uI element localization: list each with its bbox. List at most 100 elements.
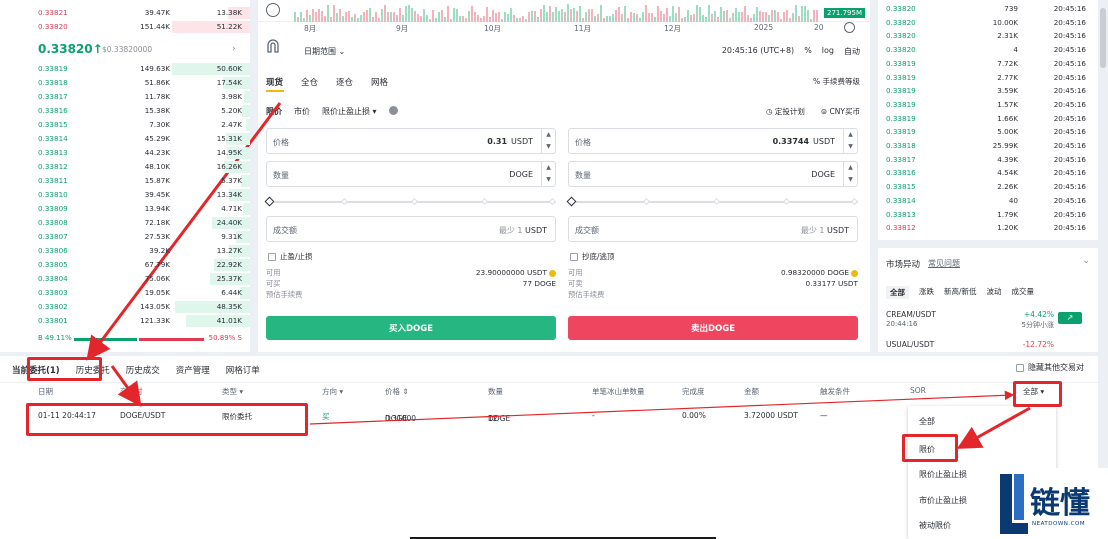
movers-tab-all[interactable]: 全部: [886, 286, 909, 299]
take-profit-stop-loss-checkbox[interactable]: 止盈/止损: [268, 251, 313, 262]
tab-cross[interactable]: 全仓: [301, 76, 318, 88]
trade-price: 0.33812: [886, 223, 916, 233]
buy-quantity-label: 数量: [273, 171, 289, 180]
sell-total-field[interactable]: 成交额 最少 1 USDT: [568, 216, 858, 242]
bottom-top-checkbox[interactable]: 抄底/逃顶: [570, 251, 615, 262]
bid-row[interactable]: 0.33805 67.79K 22.92K: [0, 258, 250, 272]
buy-quantity-field[interactable]: 数量 DOGE ▲ ▼: [266, 161, 556, 187]
info-icon[interactable]: [388, 106, 398, 115]
filter-option-stop-market[interactable]: 市价止盈止损: [919, 495, 967, 506]
tab-grid[interactable]: 网格: [371, 76, 388, 88]
filter-option-stop-limit[interactable]: 限价止盈止损: [919, 469, 967, 480]
mover-item[interactable]: USUAL/USDT -12.72%: [886, 338, 1090, 352]
chart-add-icon[interactable]: [844, 22, 855, 33]
slider-handle[interactable]: [264, 196, 275, 207]
bid-row[interactable]: 0.33815 7.30K 2.47K: [0, 118, 250, 132]
bid-row[interactable]: 0.33808 72.18K 24.40K: [0, 216, 250, 230]
order-type-limit[interactable]: 限价: [266, 106, 282, 117]
order-type-market[interactable]: 市价: [294, 106, 310, 117]
log-toggle[interactable]: log: [822, 46, 834, 57]
buy-price-field[interactable]: 价格 0.31 USDT ▲ ▼: [266, 128, 556, 154]
fee-level-link[interactable]: % 手续费等级: [813, 76, 860, 87]
quantity-stepper[interactable]: ▲ ▼: [541, 162, 555, 186]
order-amount: 3.72000 USDT: [744, 411, 799, 420]
volume-bar: [786, 10, 788, 22]
movers-tab-change[interactable]: 涨跌: [919, 286, 934, 299]
auto-toggle[interactable]: 自动: [844, 46, 860, 57]
cny-buy-link[interactable]: ⊜ CNY买币: [821, 106, 860, 117]
buy-total-field[interactable]: 成交额 最少 1 USDT: [266, 216, 556, 242]
bid-total: 2.47K: [221, 120, 242, 130]
trade-price: 0.33814: [886, 195, 916, 205]
tab-spot[interactable]: 现货: [266, 76, 283, 88]
tab-grid-orders[interactable]: 网格订单: [226, 364, 260, 376]
mover-item[interactable]: CREAM/USDT 20:44:16 +4.42% 5分钟小涨 ↗: [886, 308, 1090, 330]
bid-row[interactable]: 0.33803 19.05K 6.44K: [0, 286, 250, 300]
bid-row[interactable]: 0.33806 39.2K 13.27K: [0, 244, 250, 258]
bid-row[interactable]: 0.33816 15.38K 5.20K: [0, 104, 250, 118]
trade-amount: 10.00K: [992, 17, 1018, 27]
col-price[interactable]: 价格 ⇕: [385, 386, 409, 397]
tab-asset-management[interactable]: 资产管理: [176, 364, 210, 376]
bid-row[interactable]: 0.33802 143.05K 48.35K: [0, 300, 250, 314]
volume-bar: [366, 10, 368, 22]
movers-tab-volume[interactable]: 成交量: [1012, 286, 1035, 299]
percent-toggle[interactable]: %: [804, 46, 812, 57]
volume-bar: [618, 7, 620, 22]
movers-tab-volatility[interactable]: 波动: [987, 286, 1002, 299]
sell-doge-button[interactable]: 卖出DOGE: [568, 316, 858, 340]
volume-bar: [573, 8, 575, 22]
date-range-selector[interactable]: 日期范围 ⌄: [304, 46, 345, 57]
tab-trade-history[interactable]: 历史成交: [126, 364, 160, 376]
zoom-icon[interactable]: [266, 3, 280, 17]
buy-percent-slider[interactable]: [264, 196, 557, 207]
sell-percent-slider[interactable]: [566, 196, 859, 207]
buy-doge-button[interactable]: 买入DOGE: [266, 316, 556, 340]
bid-row[interactable]: 0.33819 149.63K 50.60K: [0, 62, 250, 76]
col-type[interactable]: 类型 ▾: [222, 386, 243, 397]
filter-option-post-only[interactable]: 被动限价: [919, 520, 951, 531]
bid-row[interactable]: 0.33801 121.33K 41.01K: [0, 314, 250, 328]
price-stepper[interactable]: ▲ ▼: [541, 129, 555, 153]
bid-row[interactable]: 0.33811 15.87K 5.37K: [0, 174, 250, 188]
bid-row[interactable]: 0.33810 39.45K 13.34K: [0, 188, 250, 202]
volume-bar: [675, 13, 677, 22]
volume-bar: [453, 8, 455, 22]
chevron-down-icon[interactable]: ⌄: [1082, 256, 1090, 266]
sell-quantity-stepper[interactable]: ▲ ▼: [843, 162, 857, 186]
trade-amount: 1.20K: [997, 223, 1018, 233]
trade-amount: 1.66K: [997, 113, 1018, 123]
sell-quantity-field[interactable]: 数量 DOGE ▲ ▼: [568, 161, 858, 187]
movers-tab-high-low[interactable]: 新高/新低: [944, 286, 977, 299]
faq-link[interactable]: 常见问题: [928, 258, 960, 270]
hide-other-pairs-checkbox[interactable]: 隐藏其他交易对: [1016, 362, 1084, 373]
bid-row[interactable]: 0.33814 45.29K 15.31K: [0, 132, 250, 146]
tab-isolated[interactable]: 逐仓: [336, 76, 353, 88]
bid-row[interactable]: 0.33804 75.06K 25.37K: [0, 272, 250, 286]
volume-bar: [768, 15, 770, 22]
sell-slider-handle[interactable]: [566, 196, 577, 207]
ask-row[interactable]: 0.33820 151.44K 51.22K: [0, 20, 250, 34]
order-type-stop-limit[interactable]: 限价止盈止损 ▾: [322, 106, 377, 117]
volume-bar: [690, 15, 692, 22]
recurring-plan-link[interactable]: ◷ 定投计划: [766, 106, 805, 117]
bid-row[interactable]: 0.33817 11.78K 3.98K: [0, 90, 250, 104]
scrollbar[interactable]: [1100, 8, 1106, 68]
order-book-mid-price: 0.33820↑ $0.33820000 ›: [0, 38, 250, 60]
chevron-right-icon[interactable]: ›: [232, 44, 236, 54]
magnet-icon[interactable]: [266, 38, 280, 53]
filter-option-all[interactable]: 全部: [919, 416, 935, 427]
bid-row[interactable]: 0.33818 51.86K 17.54K: [0, 76, 250, 90]
bid-total: 4.71K: [221, 204, 242, 214]
trade-row: 0.33819 1.66K 20:45:16: [878, 112, 1098, 126]
buy-total-min: 最少 1: [498, 226, 523, 235]
bid-row[interactable]: 0.33809 13.94K 4.71K: [0, 202, 250, 216]
sell-price-field[interactable]: 价格 0.33744 USDT ▲ ▼: [568, 128, 858, 154]
bid-row[interactable]: 0.33813 44.23K 14.95K: [0, 146, 250, 160]
highlight-all-filter: [1013, 381, 1062, 407]
col-side[interactable]: 方向 ▾: [322, 386, 343, 397]
ask-row[interactable]: 0.33821 39.47K 13.38K: [0, 6, 250, 20]
sell-price-stepper[interactable]: ▲ ▼: [843, 129, 857, 153]
bid-row[interactable]: 0.33812 48.10K 16.26K: [0, 160, 250, 174]
bid-row[interactable]: 0.33807 27.53K 9.31K: [0, 230, 250, 244]
